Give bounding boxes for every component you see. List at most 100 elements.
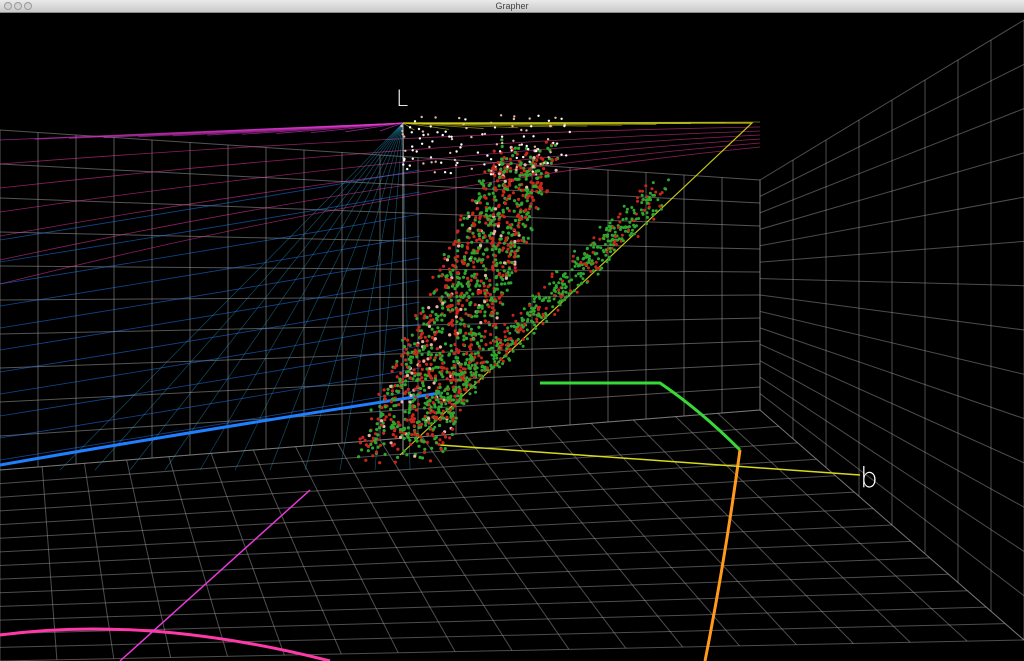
data-point — [480, 368, 484, 372]
data-point — [639, 208, 643, 212]
data-point — [425, 394, 429, 398]
data-point — [477, 354, 481, 358]
data-point — [446, 392, 450, 396]
data-point — [456, 336, 460, 340]
data-point — [443, 447, 447, 451]
data-point — [464, 331, 468, 335]
data-point — [625, 210, 629, 214]
data-point — [450, 135, 453, 138]
data-point — [441, 350, 445, 354]
data-point — [393, 366, 397, 370]
data-point — [497, 184, 501, 188]
data-point — [466, 229, 470, 233]
window-titlebar[interactable]: Grapher — [0, 0, 1024, 13]
data-point — [417, 420, 421, 424]
data-point — [389, 418, 393, 422]
data-point — [474, 390, 478, 394]
data-point — [496, 224, 500, 228]
data-point — [416, 343, 420, 347]
data-point — [563, 298, 567, 302]
data-point — [404, 390, 408, 394]
data-point — [518, 210, 523, 214]
data-point — [506, 247, 510, 251]
data-point — [438, 423, 442, 428]
data-point — [563, 272, 567, 276]
data-point — [369, 442, 373, 446]
data-point — [448, 135, 451, 138]
data-point — [451, 385, 455, 389]
data-point — [506, 243, 510, 247]
data-point — [382, 429, 386, 433]
data-point — [624, 225, 628, 229]
data-point — [389, 425, 393, 429]
data-point — [371, 454, 375, 458]
data-point — [482, 335, 486, 339]
data-point — [422, 406, 427, 410]
data-point — [628, 220, 632, 224]
data-point — [422, 450, 427, 454]
data-point — [607, 255, 611, 259]
data-point — [561, 279, 565, 283]
data-point — [433, 404, 437, 407]
3d-plot-view[interactable]: L b — [0, 13, 1024, 661]
data-point — [486, 154, 489, 157]
data-point — [589, 243, 593, 247]
data-point — [423, 401, 427, 405]
data-point — [510, 233, 514, 237]
window-title: Grapher — [495, 1, 529, 11]
grid-line — [0, 639, 1024, 661]
data-point — [463, 324, 467, 328]
data-point — [494, 165, 497, 168]
data-point — [390, 389, 395, 393]
floor-grid — [0, 409, 1024, 661]
data-point — [458, 330, 462, 334]
data-point — [441, 327, 445, 331]
data-point — [485, 248, 489, 252]
data-point — [592, 241, 596, 245]
data-point — [455, 150, 458, 153]
data-point — [413, 342, 417, 346]
data-point — [434, 392, 438, 396]
data-point — [431, 434, 435, 438]
data-point — [420, 115, 423, 119]
data-point — [433, 411, 437, 415]
data-point — [446, 308, 450, 312]
data-point — [394, 362, 398, 366]
data-point — [402, 345, 407, 349]
data-point — [509, 169, 513, 173]
data-point — [518, 328, 522, 332]
data-point — [436, 131, 439, 134]
data-point — [470, 240, 474, 244]
data-point — [452, 364, 456, 368]
data-point — [488, 323, 492, 327]
data-point — [417, 372, 421, 376]
data-point — [471, 331, 475, 335]
data-point — [515, 166, 518, 169]
data-point — [446, 398, 450, 402]
data-point — [431, 401, 435, 405]
data-point — [600, 266, 604, 270]
data-point — [518, 183, 522, 187]
data-point — [501, 302, 505, 306]
data-point — [430, 336, 434, 340]
data-point — [502, 215, 506, 219]
right-wall-grid — [759, 19, 1024, 641]
data-point — [494, 326, 498, 330]
data-point — [414, 314, 418, 318]
data-point — [469, 370, 473, 374]
data-point — [487, 183, 491, 188]
data-point — [452, 411, 455, 415]
data-point — [441, 409, 445, 413]
data-point — [418, 391, 422, 395]
data-point — [533, 323, 537, 327]
data-point — [571, 254, 575, 258]
data-point — [514, 231, 518, 235]
data-point — [371, 446, 375, 450]
data-point — [408, 400, 412, 404]
data-point — [498, 163, 501, 166]
data-point — [481, 361, 484, 365]
data-point — [544, 316, 548, 320]
data-point — [500, 282, 504, 286]
data-point — [529, 202, 533, 206]
data-point — [430, 395, 434, 399]
